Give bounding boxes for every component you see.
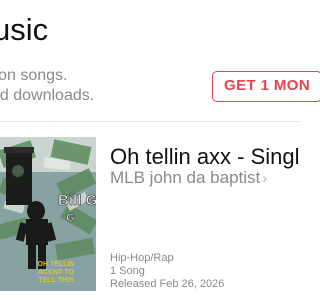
album-song-count: 1 Song [110, 265, 145, 277]
album-metadata: Hip-Hop/Rap 1 Song Released Feb 26, 2026 [110, 252, 224, 291]
cover-artist-name: Bill G [58, 192, 96, 209]
divider [0, 121, 300, 122]
get-offer-button[interactable]: GET 1 MON [212, 71, 320, 102]
cover-text-line-3: TELL THIS [38, 277, 74, 284]
promo-text: lion songs. ed downloads. [0, 66, 94, 106]
svg-text:G: G [66, 212, 75, 224]
album-cover-art: Bill G G OH TELLIN ACCNT TO TELL THIS [0, 137, 96, 291]
album-release-date: Released Feb 26, 2026 [110, 278, 225, 290]
album-genre: Hip-Hop/Rap [110, 252, 174, 264]
artist-link[interactable]: MLB john da baptist › [110, 167, 267, 190]
cover-text-line-1: OH TELLIN [38, 261, 75, 268]
cover-text-line-2: ACCNT TO [38, 269, 75, 276]
promo-line-1: lion songs. [0, 67, 68, 84]
artist-name: MLB john da baptist [110, 168, 261, 187]
album-cover[interactable]: Bill G G OH TELLIN ACCNT TO TELL THIS [0, 137, 96, 291]
chevron-right-icon: › [262, 170, 268, 187]
promo-line-2: ed downloads. [0, 87, 95, 104]
page-title: usic [0, 12, 49, 47]
